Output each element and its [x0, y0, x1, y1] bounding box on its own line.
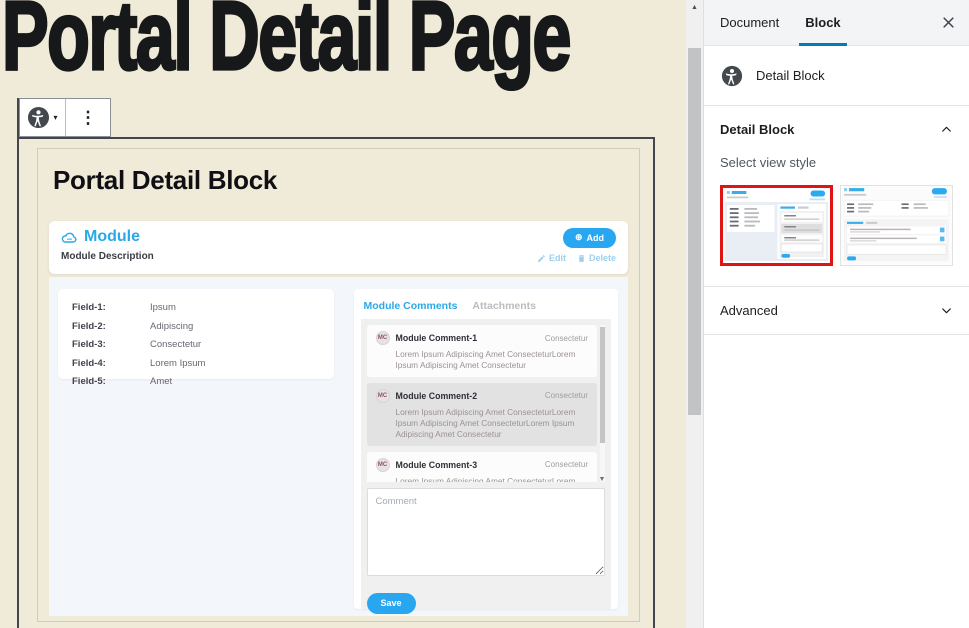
- view-style-1-preview: [723, 188, 830, 263]
- scroll-up-arrow-icon[interactable]: ▲: [686, 4, 703, 11]
- module-title: Module: [84, 228, 140, 246]
- chevron-up-icon: [940, 123, 953, 136]
- select-view-style-label: Select view style: [720, 155, 953, 170]
- tab-attachments[interactable]: Attachments: [472, 300, 536, 312]
- add-button-label: Add: [587, 233, 605, 243]
- accessibility-icon: [721, 65, 743, 87]
- module-body: Field-1: Ipsum Field-2: Adipiscing Field…: [49, 277, 628, 616]
- comment-body: Lorem Ipsum Adipiscing Amet ConsecteturL…: [376, 349, 589, 371]
- comment-meta: Consectetur: [545, 460, 588, 469]
- avatar: MC: [376, 389, 390, 403]
- comment-input[interactable]: [367, 488, 606, 576]
- panel-detail-block: Detail Block Select view style: [704, 106, 969, 287]
- comments-tabs: Module Comments Attachments: [361, 296, 612, 319]
- editor-scrollbar-thumb[interactable]: [688, 48, 701, 415]
- selected-block-outline: Portal Detail Block Module Module Descri…: [17, 137, 655, 628]
- comment-meta: Consectetur: [545, 391, 588, 400]
- delete-label: Delete: [589, 253, 616, 263]
- fields-card: Field-1: Ipsum Field-2: Adipiscing Field…: [58, 289, 334, 379]
- panel-advanced: Advanced: [704, 287, 969, 335]
- panel-title: Advanced: [720, 303, 778, 318]
- field-label: Field-5:: [72, 376, 150, 387]
- kebab-menu-icon: ⋮: [80, 109, 97, 126]
- field-label: Field-1:: [72, 302, 150, 313]
- block-heading: Portal Detail Block: [53, 165, 639, 196]
- gutenberg-editor: Portal Detail Page ▾ ⋮ Portal Detail Blo…: [0, 0, 969, 628]
- comment-meta: Consectetur: [545, 334, 588, 343]
- sidebar-tabs: Document Block: [704, 0, 969, 46]
- block-switcher-button[interactable]: ▾: [20, 99, 65, 136]
- field-label: Field-4:: [72, 358, 150, 369]
- block-outline-connector: [17, 98, 19, 138]
- close-icon: [941, 15, 956, 30]
- editor-scrollbar[interactable]: ▲: [686, 0, 703, 628]
- view-style-option-2[interactable]: [840, 185, 953, 266]
- block-toolbar: ▾ ⋮: [19, 98, 111, 137]
- tab-module-comments[interactable]: Module Comments: [364, 300, 458, 312]
- edit-icon: [537, 254, 546, 263]
- panel-detail-block-body: Select view style: [704, 155, 969, 286]
- field-value: Amet: [150, 376, 172, 387]
- portal-detail-block: Portal Detail Block Module Module Descri…: [37, 148, 640, 622]
- add-icon: ⊕: [575, 232, 583, 243]
- comments-panel: Module Comments Attachments MC Module Co…: [354, 289, 619, 609]
- dropdown-arrow-icon: ▾: [53, 113, 57, 122]
- settings-sidebar: Document Block Detail Block Detail Block…: [703, 0, 969, 628]
- field-value: Adipiscing: [150, 321, 193, 332]
- tab-block[interactable]: Block: [795, 0, 850, 45]
- cloud-icon: [61, 231, 78, 244]
- comment-title: Module Comment-2: [396, 391, 478, 401]
- close-sidebar-button[interactable]: [937, 11, 960, 34]
- comments-scrollbar[interactable]: [600, 325, 605, 482]
- field-value: Consectetur: [150, 339, 201, 350]
- post-title[interactable]: Portal Detail Page: [2, 0, 570, 84]
- comment-item[interactable]: MC Module Comment-2 Consectetur Lorem Ip…: [367, 383, 598, 446]
- module-header-card: Module Module Description ⊕ Add Edit: [49, 221, 628, 274]
- edit-label: Edit: [549, 253, 566, 263]
- comments-list: MC Module Comment-1 Consectetur Lorem Ip…: [367, 325, 606, 482]
- comment-body: Lorem Ipsum Adipiscing Amet ConsecteturL…: [376, 476, 589, 482]
- comments-container: MC Module Comment-1 Consectetur Lorem Ip…: [361, 319, 612, 609]
- field-value: Ipsum: [150, 302, 176, 313]
- block-options-button[interactable]: ⋮: [65, 99, 110, 136]
- avatar: MC: [376, 331, 390, 345]
- field-row: Field-5: Amet: [72, 376, 320, 387]
- view-style-2-preview: [841, 186, 952, 265]
- block-card: Detail Block: [704, 46, 969, 106]
- panel-title: Detail Block: [720, 122, 794, 137]
- comment-title: Module Comment-3: [396, 460, 478, 470]
- field-row: Field-1: Ipsum: [72, 302, 320, 313]
- edit-button[interactable]: Edit: [537, 253, 566, 263]
- comments-scrollbar-thumb[interactable]: [600, 327, 605, 443]
- panel-advanced-header[interactable]: Advanced: [704, 287, 969, 334]
- avatar: MC: [376, 458, 390, 472]
- module-description: Module Description: [61, 251, 154, 262]
- comment-item[interactable]: MC Module Comment-1 Consectetur Lorem Ip…: [367, 325, 598, 377]
- accessibility-icon: [27, 106, 50, 129]
- save-button[interactable]: Save: [367, 593, 416, 614]
- comment-body: Lorem Ipsum Adipiscing Amet ConsecteturL…: [376, 407, 589, 440]
- add-button[interactable]: ⊕ Add: [563, 228, 616, 248]
- field-row: Field-2: Adipiscing: [72, 321, 320, 332]
- delete-button[interactable]: Delete: [577, 253, 616, 263]
- view-style-options: [720, 185, 953, 266]
- scroll-down-arrow-icon: [600, 477, 604, 481]
- field-row: Field-3: Consectetur: [72, 339, 320, 350]
- field-value: Lorem Ipsum: [150, 358, 205, 369]
- panel-detail-block-header[interactable]: Detail Block: [704, 106, 969, 153]
- tab-document[interactable]: Document: [710, 0, 789, 45]
- field-label: Field-2:: [72, 321, 150, 332]
- editor-canvas: Portal Detail Page ▾ ⋮ Portal Detail Blo…: [0, 0, 686, 628]
- field-row: Field-4: Lorem Ipsum: [72, 358, 320, 369]
- comment-title: Module Comment-1: [396, 333, 478, 343]
- view-style-option-1[interactable]: [720, 185, 833, 266]
- comment-item[interactable]: MC Module Comment-3 Consectetur Lorem Ip…: [367, 452, 598, 482]
- block-card-title: Detail Block: [756, 68, 825, 83]
- field-label: Field-3:: [72, 339, 150, 350]
- chevron-down-icon: [940, 304, 953, 317]
- delete-icon: [577, 254, 586, 263]
